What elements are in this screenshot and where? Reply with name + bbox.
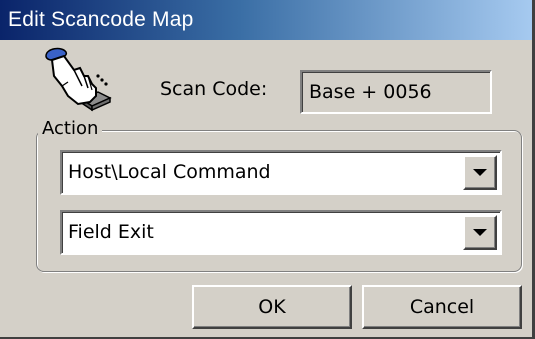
action-command-value: Field Exit	[68, 221, 154, 243]
window-title: Edit Scancode Map	[8, 8, 194, 31]
scan-code-label: Scan Code:	[160, 78, 268, 100]
action-category-dropdown[interactable]: Host\Local Command	[60, 150, 502, 195]
action-command-dropdown-button[interactable]	[463, 215, 497, 250]
chevron-down-icon	[473, 169, 487, 176]
ok-button[interactable]: OK	[192, 285, 352, 329]
action-command-dropdown[interactable]: Field Exit	[60, 210, 502, 255]
action-group-legend: Action	[38, 117, 103, 141]
action-category-dropdown-button[interactable]	[463, 155, 497, 190]
chevron-down-icon	[473, 229, 487, 236]
cancel-button[interactable]: Cancel	[362, 285, 522, 329]
edit-scancode-map-dialog: Edit Scancode Map Scan Code: Base + 0056…	[0, 0, 535, 339]
hand-pressing-key-icon	[45, 47, 112, 112]
action-category-value: Host\Local Command	[68, 161, 271, 183]
title-bar[interactable]: Edit Scancode Map	[0, 0, 532, 40]
scan-code-field: Base + 0056	[300, 70, 492, 114]
